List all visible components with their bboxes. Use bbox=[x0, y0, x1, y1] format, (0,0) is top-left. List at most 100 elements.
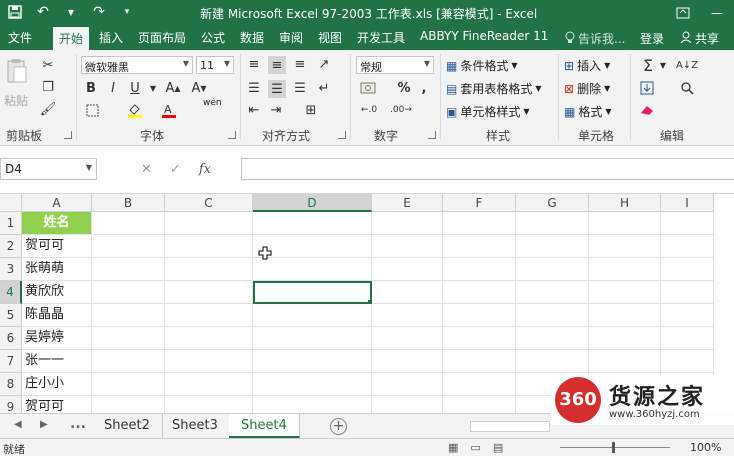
cell-g6[interactable] bbox=[516, 327, 589, 350]
tab-insert[interactable]: 插入 bbox=[99, 29, 123, 46]
cell-a9[interactable]: 贺可可 bbox=[22, 396, 92, 413]
fill-down-icon[interactable] bbox=[638, 80, 656, 96]
copy-icon[interactable]: ❐ bbox=[40, 79, 56, 95]
cell-b1[interactable] bbox=[92, 212, 165, 235]
name-box[interactable]: D4 ▼ bbox=[0, 158, 97, 180]
cell-d4[interactable] bbox=[253, 281, 372, 304]
cell-h1[interactable] bbox=[589, 212, 661, 235]
row-header-7[interactable]: 7 bbox=[0, 350, 22, 373]
column-header-h[interactable]: H bbox=[589, 194, 661, 212]
customize-toolbar-icon[interactable]: ▾ bbox=[118, 3, 136, 21]
tab-developer[interactable]: 开发工具 bbox=[357, 29, 405, 46]
format-painter-icon[interactable]: 🖌 bbox=[40, 101, 57, 117]
cell-i2[interactable] bbox=[661, 235, 714, 258]
clipboard-launcher-icon[interactable] bbox=[64, 131, 72, 139]
row-header-5[interactable]: 5 bbox=[0, 304, 22, 327]
cell-c5[interactable] bbox=[165, 304, 253, 327]
redo-icon[interactable]: ↷ bbox=[90, 3, 108, 21]
comma-style-icon[interactable]: , bbox=[416, 80, 432, 96]
phonetic-guide-label[interactable]: wén bbox=[203, 98, 222, 108]
zoom-level[interactable]: 100% bbox=[690, 441, 721, 454]
chevron-down-icon[interactable]: ▼ bbox=[148, 80, 158, 96]
cell-f5[interactable] bbox=[443, 304, 516, 327]
add-sheet-icon[interactable]: + bbox=[330, 418, 347, 435]
cell-i7[interactable] bbox=[661, 350, 714, 373]
cell-b5[interactable] bbox=[92, 304, 165, 327]
share-button[interactable]: 共享 bbox=[680, 30, 719, 47]
column-header-f[interactable]: F bbox=[443, 194, 516, 212]
column-header-i[interactable]: I bbox=[661, 194, 714, 212]
increase-indent-icon[interactable]: ⇥ bbox=[268, 102, 284, 118]
cell-a4[interactable]: 黄欣欣 bbox=[22, 281, 92, 304]
select-all-corner[interactable] bbox=[0, 194, 22, 212]
ribbon-options-button[interactable] bbox=[666, 0, 700, 26]
page-break-view-icon[interactable]: ▤ bbox=[493, 441, 503, 454]
cell-c2[interactable] bbox=[165, 235, 253, 258]
cell-e5[interactable] bbox=[372, 304, 443, 327]
alignment-launcher-icon[interactable] bbox=[338, 131, 346, 139]
cell-c9[interactable] bbox=[165, 396, 253, 413]
font-shrink-icon[interactable]: A ▼ bbox=[190, 80, 208, 96]
cell-g3[interactable] bbox=[516, 258, 589, 281]
cell-h4[interactable] bbox=[589, 281, 661, 304]
cell-b2[interactable] bbox=[92, 235, 165, 258]
cell-a8[interactable]: 庄小小 bbox=[22, 373, 92, 396]
paste-icon[interactable] bbox=[4, 56, 30, 86]
paste-label[interactable]: 粘贴 bbox=[4, 92, 28, 109]
column-header-a[interactable]: A bbox=[22, 194, 92, 212]
row-header-2[interactable]: 2 bbox=[0, 235, 22, 258]
cell-f2[interactable] bbox=[443, 235, 516, 258]
tab-data[interactable]: 数据 bbox=[240, 29, 264, 46]
tab-home[interactable]: 开始 bbox=[53, 26, 90, 50]
cell-e2[interactable] bbox=[372, 235, 443, 258]
clear-icon[interactable] bbox=[638, 102, 656, 118]
decrease-indent-icon[interactable]: ⇤ bbox=[246, 102, 262, 118]
cell-h6[interactable] bbox=[589, 327, 661, 350]
confirm-icon[interactable]: ✓ bbox=[170, 162, 181, 177]
sheet-tab-sheet3[interactable]: Sheet3 bbox=[160, 414, 231, 438]
format-as-table-button[interactable]: ▤ 套用表格格式 ▼ bbox=[446, 80, 542, 97]
cell-a2[interactable]: 贺可可 bbox=[22, 235, 92, 258]
cell-a1[interactable]: 姓名 bbox=[22, 212, 92, 235]
cell-h2[interactable] bbox=[589, 235, 661, 258]
cell-e9[interactable] bbox=[372, 396, 443, 413]
column-header-c[interactable]: C bbox=[165, 194, 253, 212]
align-bottom-icon[interactable]: ≡ bbox=[292, 56, 308, 72]
accounting-format-icon[interactable] bbox=[358, 80, 380, 96]
cell-i4[interactable] bbox=[661, 281, 714, 304]
cell-i5[interactable] bbox=[661, 304, 714, 327]
font-color-icon[interactable]: A bbox=[160, 102, 178, 118]
row-header-1[interactable]: 1 bbox=[0, 212, 22, 235]
cell-c8[interactable] bbox=[165, 373, 253, 396]
column-header-g[interactable]: G bbox=[516, 194, 589, 212]
increase-decimal-icon[interactable]: ←.0 bbox=[358, 102, 380, 118]
formula-input[interactable] bbox=[241, 158, 734, 180]
cell-i1[interactable] bbox=[661, 212, 714, 235]
column-header-d[interactable]: D bbox=[253, 194, 372, 212]
tab-page-layout[interactable]: 页面布局 bbox=[138, 29, 186, 46]
cell-f1[interactable] bbox=[443, 212, 516, 235]
cell-i6[interactable] bbox=[661, 327, 714, 350]
cell-g4[interactable] bbox=[516, 281, 589, 304]
column-header-e[interactable]: E bbox=[372, 194, 443, 212]
zoom-slider-thumb[interactable] bbox=[612, 442, 615, 453]
tab-review[interactable]: 审阅 bbox=[279, 29, 303, 46]
cell-h7[interactable] bbox=[589, 350, 661, 373]
align-right-icon[interactable]: ☰ bbox=[292, 80, 308, 96]
cell-a6[interactable]: 吴婷婷 bbox=[22, 327, 92, 350]
cell-f8[interactable] bbox=[443, 373, 516, 396]
cell-b3[interactable] bbox=[92, 258, 165, 281]
autosum-icon[interactable]: Σ bbox=[638, 56, 658, 75]
cell-h3[interactable] bbox=[589, 258, 661, 281]
font-name-select[interactable]: 微软雅黑 ▼ bbox=[81, 56, 193, 74]
cell-e7[interactable] bbox=[372, 350, 443, 373]
cell-d6[interactable] bbox=[253, 327, 372, 350]
italic-icon[interactable]: I bbox=[106, 80, 120, 96]
format-cells-button[interactable]: ▦ 格式 ▼ bbox=[564, 103, 612, 120]
scroll-left-icon[interactable]: ◀ bbox=[14, 419, 22, 430]
tab-formulas[interactable]: 公式 bbox=[201, 29, 225, 46]
number-launcher-icon[interactable] bbox=[428, 131, 436, 139]
cell-c6[interactable] bbox=[165, 327, 253, 350]
sheet-tab-sheet4[interactable]: Sheet4 bbox=[229, 414, 300, 438]
percent-icon[interactable]: % bbox=[396, 80, 412, 96]
